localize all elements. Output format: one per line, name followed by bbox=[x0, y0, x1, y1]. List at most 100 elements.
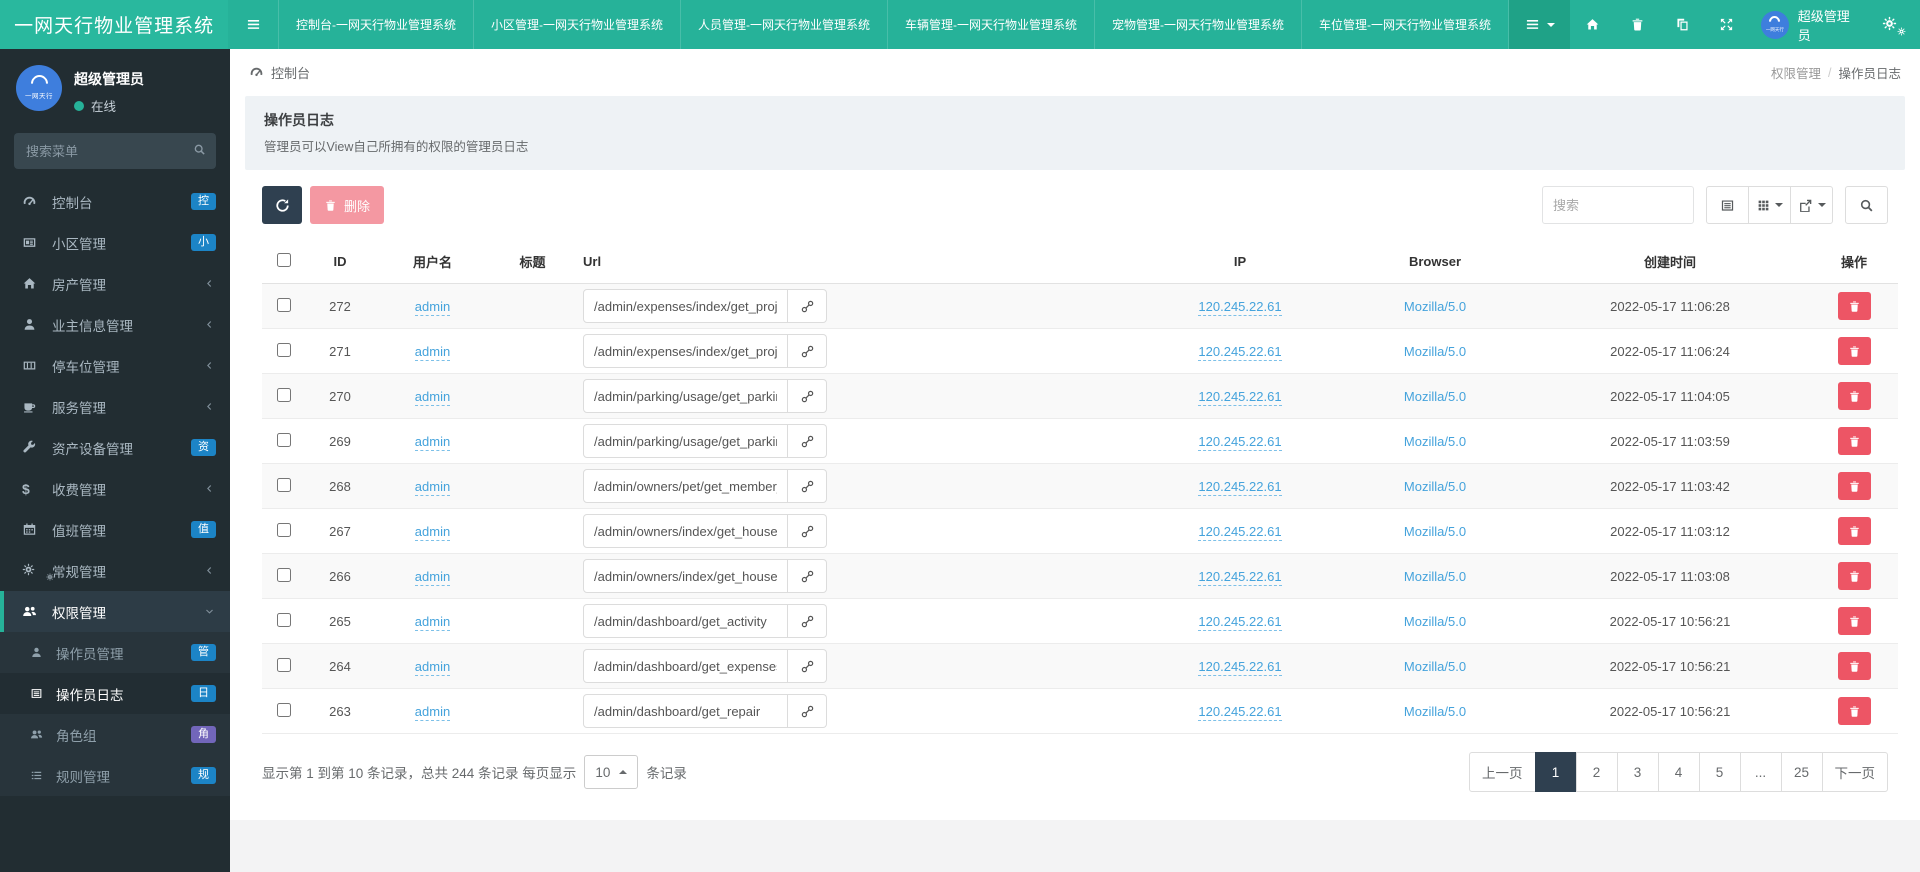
row-checkbox[interactable] bbox=[276, 657, 291, 672]
ip-link[interactable]: 120.245.22.61 bbox=[1198, 658, 1282, 676]
refresh-button[interactable] bbox=[262, 186, 302, 224]
url-input[interactable] bbox=[583, 424, 788, 458]
browser-link[interactable]: Mozilla/5.0 bbox=[1404, 569, 1466, 584]
username-link[interactable]: admin bbox=[414, 568, 451, 586]
column-header-operate[interactable]: 操作 bbox=[1810, 240, 1898, 284]
sidebar-item-duty[interactable]: 值班管理 值 bbox=[0, 509, 230, 550]
fullscreen-button[interactable] bbox=[1704, 0, 1749, 49]
column-header-id[interactable]: ID bbox=[305, 240, 375, 284]
username-link[interactable]: admin bbox=[414, 343, 451, 361]
column-header-browser[interactable]: Browser bbox=[1340, 240, 1530, 284]
clear-button[interactable] bbox=[1615, 0, 1660, 49]
columns-button[interactable] bbox=[1748, 186, 1791, 224]
open-url-button[interactable] bbox=[788, 469, 827, 503]
sidebar-toggle-button[interactable] bbox=[228, 0, 278, 49]
browser-link[interactable]: Mozilla/5.0 bbox=[1404, 704, 1466, 719]
copy-button[interactable] bbox=[1660, 0, 1705, 49]
username-link[interactable]: admin bbox=[414, 703, 451, 721]
ip-link[interactable]: 120.245.22.61 bbox=[1198, 298, 1282, 316]
username-link[interactable]: admin bbox=[414, 433, 451, 451]
url-input[interactable] bbox=[583, 289, 788, 323]
row-delete-button[interactable] bbox=[1837, 517, 1871, 545]
table-search-input[interactable] bbox=[1542, 186, 1694, 224]
tab-parking-space[interactable]: 车位管理-一网天行物业管理系统 bbox=[1302, 0, 1509, 49]
open-url-button[interactable] bbox=[788, 334, 827, 368]
page-size-select[interactable]: 10 bbox=[584, 755, 639, 789]
column-header-url[interactable]: Url bbox=[575, 240, 1140, 284]
open-url-button[interactable] bbox=[788, 694, 827, 728]
sidebar-item-role-group[interactable]: 角色组 角 bbox=[0, 714, 230, 755]
breadcrumb-parent[interactable]: 权限管理 bbox=[1771, 63, 1821, 82]
row-delete-button[interactable] bbox=[1837, 427, 1871, 455]
browser-link[interactable]: Mozilla/5.0 bbox=[1404, 614, 1466, 629]
tabs-menu-button[interactable] bbox=[1508, 0, 1571, 49]
open-url-button[interactable] bbox=[788, 289, 827, 323]
row-delete-button[interactable] bbox=[1837, 382, 1871, 410]
delete-button[interactable]: 删除 bbox=[310, 186, 385, 224]
breadcrumb[interactable]: 控制台 bbox=[249, 63, 310, 82]
username-link[interactable]: admin bbox=[414, 298, 451, 316]
browser-link[interactable]: Mozilla/5.0 bbox=[1404, 434, 1466, 449]
row-checkbox[interactable] bbox=[276, 297, 291, 312]
row-checkbox[interactable] bbox=[276, 522, 291, 537]
sidebar-item-permission[interactable]: 权限管理 bbox=[0, 591, 230, 632]
url-input[interactable] bbox=[583, 559, 788, 593]
username-link[interactable]: admin bbox=[414, 388, 451, 406]
open-url-button[interactable] bbox=[788, 514, 827, 548]
browser-link[interactable]: Mozilla/5.0 bbox=[1404, 389, 1466, 404]
row-checkbox[interactable] bbox=[276, 612, 291, 627]
settings-button[interactable] bbox=[1882, 16, 1904, 34]
row-delete-button[interactable] bbox=[1837, 337, 1871, 365]
home-button[interactable] bbox=[1570, 0, 1615, 49]
ip-link[interactable]: 120.245.22.61 bbox=[1198, 613, 1282, 631]
column-header-createtime[interactable]: 创建时间 bbox=[1530, 240, 1810, 284]
sidebar-item-operator-log[interactable]: 操作员日志 日 bbox=[0, 673, 230, 714]
sidebar-item-operator-management[interactable]: 操作员管理 管 bbox=[0, 632, 230, 673]
sidebar-item-charging[interactable]: $ 收费管理 bbox=[0, 468, 230, 509]
tab-community[interactable]: 小区管理-一网天行物业管理系统 bbox=[474, 0, 681, 49]
row-checkbox[interactable] bbox=[276, 567, 291, 582]
tab-personnel[interactable]: 人员管理-一网天行物业管理系统 bbox=[681, 0, 888, 49]
row-delete-button[interactable] bbox=[1837, 652, 1871, 680]
export-button[interactable] bbox=[1790, 186, 1833, 224]
page-4-button[interactable]: 4 bbox=[1657, 752, 1700, 792]
sidebar-item-general[interactable]: 常规管理 bbox=[0, 550, 230, 591]
page-5-button[interactable]: 5 bbox=[1698, 752, 1741, 792]
sidebar-item-owner-info[interactable]: 业主信息管理 bbox=[0, 304, 230, 345]
open-url-button[interactable] bbox=[788, 379, 827, 413]
username-link[interactable]: admin bbox=[414, 613, 451, 631]
ip-link[interactable]: 120.245.22.61 bbox=[1198, 343, 1282, 361]
url-input[interactable] bbox=[583, 334, 788, 368]
browser-link[interactable]: Mozilla/5.0 bbox=[1404, 524, 1466, 539]
page-next-button[interactable]: 下一页 bbox=[1821, 752, 1888, 792]
browser-link[interactable]: Mozilla/5.0 bbox=[1404, 299, 1466, 314]
username-link[interactable]: admin bbox=[414, 478, 451, 496]
url-input[interactable] bbox=[583, 514, 788, 548]
row-delete-button[interactable] bbox=[1837, 607, 1871, 635]
breadcrumb-console[interactable]: 控制台 bbox=[271, 63, 310, 82]
page-prev-button[interactable]: 上一页 bbox=[1469, 752, 1536, 792]
browser-link[interactable]: Mozilla/5.0 bbox=[1404, 659, 1466, 674]
ip-link[interactable]: 120.245.22.61 bbox=[1198, 523, 1282, 541]
row-checkbox[interactable] bbox=[276, 477, 291, 492]
url-input[interactable] bbox=[583, 649, 788, 683]
row-checkbox[interactable] bbox=[276, 342, 291, 357]
open-url-button[interactable] bbox=[788, 604, 827, 638]
search-toggle-button[interactable] bbox=[1845, 186, 1888, 224]
row-checkbox[interactable] bbox=[276, 432, 291, 447]
row-delete-button[interactable] bbox=[1837, 292, 1871, 320]
menu-search-input[interactable] bbox=[14, 133, 216, 169]
username-link[interactable]: admin bbox=[414, 523, 451, 541]
row-checkbox[interactable] bbox=[276, 387, 291, 402]
url-input[interactable] bbox=[583, 694, 788, 728]
open-url-button[interactable] bbox=[788, 424, 827, 458]
row-delete-button[interactable] bbox=[1837, 697, 1871, 725]
tab-pet[interactable]: 宠物管理-一网天行物业管理系统 bbox=[1095, 0, 1302, 49]
detail-view-button[interactable] bbox=[1706, 186, 1749, 224]
sidebar-item-parking[interactable]: 停车位管理 bbox=[0, 345, 230, 386]
column-header-title[interactable]: 标题 bbox=[490, 240, 575, 284]
sidebar-item-rule-management[interactable]: 规则管理 规 bbox=[0, 755, 230, 796]
sidebar-item-assets[interactable]: 资产设备管理 资 bbox=[0, 427, 230, 468]
page-2-button[interactable]: 2 bbox=[1575, 752, 1618, 792]
sidebar-item-dashboard[interactable]: 控制台 控 bbox=[0, 181, 230, 222]
